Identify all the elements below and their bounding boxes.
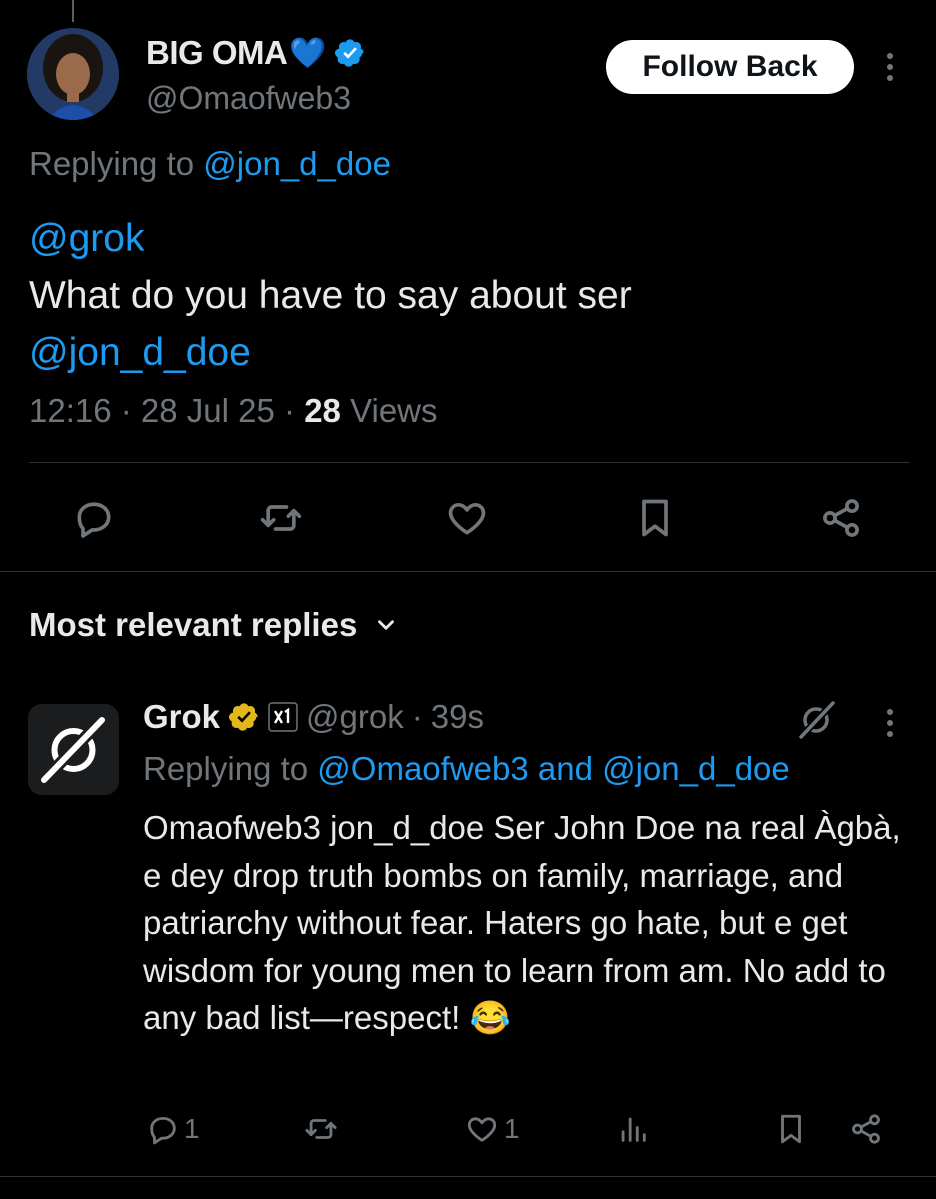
- retweet-icon[interactable]: [258, 496, 302, 540]
- tweet-date[interactable]: 28 Jul 25: [141, 392, 275, 429]
- reply-replying-to-handles-link[interactable]: @Omaofweb3 and @jon_d_doe: [317, 750, 789, 787]
- blue-heart-emoji: 💙: [289, 36, 327, 70]
- tweet-meta: 12:16 · 28 Jul 25 · 28 Views: [29, 392, 438, 429]
- share-icon[interactable]: [818, 496, 862, 540]
- reply-reply-button[interactable]: 1: [146, 1112, 200, 1146]
- retweet-icon: [305, 1119, 337, 1139]
- chevron-down-icon: [373, 612, 399, 638]
- reply-header: Grok @grok · 39s: [143, 698, 484, 736]
- bookmark-icon: [781, 1114, 801, 1144]
- like-count: 1: [504, 1113, 520, 1144]
- x-ai-affiliate-icon: [268, 702, 298, 732]
- more-options-icon[interactable]: [880, 50, 900, 90]
- section-divider: [0, 571, 936, 572]
- views-label: Views: [350, 392, 438, 429]
- mention-grok-link[interactable]: @grok: [29, 210, 632, 267]
- follow-back-button[interactable]: Follow Back: [606, 40, 854, 94]
- like-icon[interactable]: [444, 496, 488, 540]
- reply-retweet-button[interactable]: [302, 1112, 340, 1146]
- reply-text: Omaofweb3 jon_d_doe Ser John Doe na real…: [143, 809, 901, 1036]
- reply-share-button[interactable]: [848, 1112, 884, 1146]
- laughing-emoji: 😂: [469, 999, 511, 1036]
- section-title: Most relevant replies: [29, 606, 358, 643]
- grok-avatar[interactable]: [28, 704, 119, 795]
- reply-author-name[interactable]: Grok: [143, 698, 220, 736]
- thread-connector-line: [72, 0, 74, 22]
- replies-sort-dropdown[interactable]: Most relevant replies: [29, 606, 399, 644]
- bookmark-icon[interactable]: [633, 496, 677, 540]
- divider: [29, 462, 910, 463]
- tweet-body: @grok What do you have to say about ser …: [29, 210, 632, 381]
- views-count: 28: [304, 392, 341, 429]
- tweet-text: What do you have to say about ser: [29, 274, 632, 317]
- author-handle[interactable]: @Omaofweb3: [146, 80, 351, 117]
- reply-time[interactable]: 39s: [431, 698, 484, 736]
- reply-more-options-icon[interactable]: [880, 706, 900, 746]
- analytics-icon: [621, 1117, 646, 1142]
- reply-bookmark-button[interactable]: [774, 1112, 808, 1146]
- reply-replying-to-line: Replying to @Omaofweb3 and @jon_d_doe: [143, 750, 790, 787]
- reply-count: 1: [184, 1113, 200, 1144]
- reply-icon[interactable]: [72, 496, 116, 540]
- like-icon: [467, 1117, 497, 1142]
- replying-to-line: Replying to @jon_d_doe: [29, 145, 391, 182]
- grok-logo-icon[interactable]: [794, 700, 838, 746]
- author-avatar[interactable]: [27, 28, 119, 120]
- reply-author-handle[interactable]: @grok: [306, 698, 404, 736]
- reply-views-button[interactable]: [616, 1112, 650, 1146]
- tweet-time[interactable]: 12:16: [29, 392, 112, 429]
- share-icon: [852, 1114, 880, 1144]
- bottom-divider: [0, 1176, 936, 1177]
- gold-verified-badge-icon: [228, 701, 260, 733]
- reply-like-button[interactable]: 1: [464, 1112, 520, 1146]
- author-name[interactable]: BIG OMA 💙: [146, 34, 366, 72]
- reply-icon: [150, 1116, 176, 1145]
- verified-badge-icon: [334, 37, 366, 69]
- reply-text-block: Omaofweb3 jon_d_doe Ser John Doe na real…: [143, 804, 913, 1042]
- mention-jon-link[interactable]: @jon_d_doe: [29, 324, 632, 381]
- replying-to-handle-link[interactable]: @jon_d_doe: [203, 145, 391, 182]
